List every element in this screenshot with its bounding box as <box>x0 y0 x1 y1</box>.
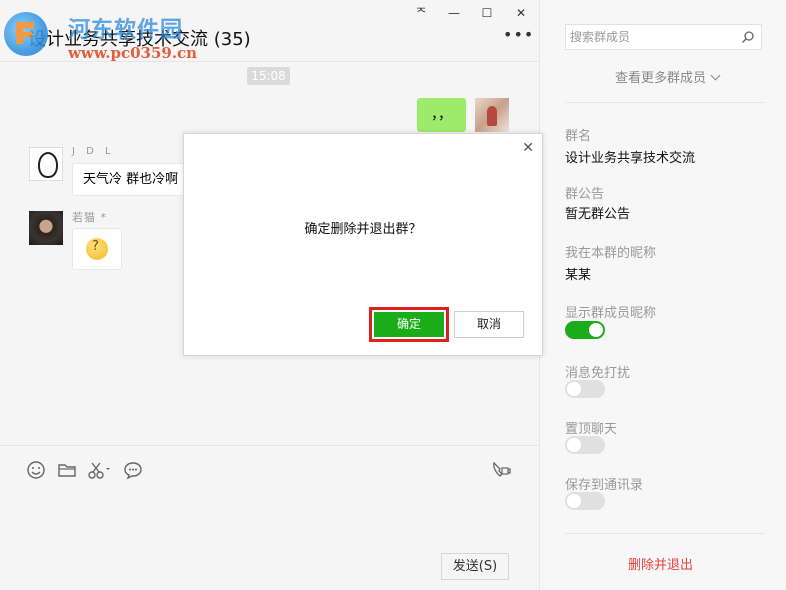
group-name-label: 群名 <box>565 129 592 144</box>
show-nickname-toggle[interactable] <box>565 321 605 339</box>
view-more-label: 查看更多群成员 <box>615 71 707 86</box>
member-search-input[interactable] <box>566 25 736 49</box>
confirm-button[interactable]: 确定 <box>374 312 444 337</box>
screenshot-scissors-icon[interactable] <box>87 460 113 480</box>
my-message-bubble[interactable]: ，， <box>417 98 466 132</box>
minimize-button[interactable]: — <box>444 4 464 22</box>
watermark: 河东软件园 www.pc0359.cn <box>4 10 204 70</box>
avatar[interactable] <box>29 147 63 181</box>
my-avatar[interactable] <box>475 98 509 132</box>
show-nickname-label: 显示群成员昵称 <box>565 306 657 321</box>
member-search-box[interactable] <box>565 24 762 50</box>
send-button[interactable]: 发送(S) <box>441 553 509 580</box>
group-name-value[interactable]: 设计业务共享技术交流 <box>565 147 695 166</box>
pin-window-icon[interactable]: ᅐ <box>411 4 431 22</box>
maximize-button[interactable]: ☐ <box>477 4 497 22</box>
chat-bubble-icon[interactable] <box>123 460 143 480</box>
message-timestamp: 15:08 <box>247 67 290 85</box>
toggle-knob <box>567 438 581 452</box>
message-bubble[interactable] <box>72 228 122 270</box>
watermark-url: www.pc0359.cn <box>68 44 198 62</box>
ok-button-highlight: 确定 <box>369 307 449 342</box>
delete-and-exit-button[interactable]: 删除并退出 <box>628 554 693 573</box>
group-info-sidebar: 查看更多群成员 群名 设计业务共享技术交流 群公告 暂无群公告 我在本群的昵称 … <box>539 0 786 590</box>
emoji-icon[interactable] <box>26 460 46 480</box>
chevron-down-icon <box>710 70 721 81</box>
dialog-message: 确定删除并退出群？ <box>304 222 422 237</box>
save-contacts-label: 保存到通讯录 <box>565 478 644 493</box>
more-options-icon[interactable]: ••• <box>503 27 534 43</box>
divider <box>565 533 765 534</box>
confirm-dialog: ✕ 确定删除并退出群？ 确定 取消 <box>183 133 543 356</box>
thinking-emoji-icon <box>86 236 108 260</box>
toggle-knob <box>567 494 581 508</box>
avatar[interactable] <box>29 211 63 245</box>
watermark-logo <box>4 12 48 56</box>
pin-chat-toggle[interactable] <box>565 436 605 454</box>
nickname-value[interactable]: 某某 <box>565 264 591 283</box>
mute-toggle[interactable] <box>565 380 605 398</box>
phone-video-call-icon[interactable] <box>491 460 511 480</box>
folder-icon[interactable] <box>57 460 77 480</box>
close-button[interactable]: ✕ <box>511 4 531 22</box>
watermark-title: 河东软件园 <box>68 17 184 43</box>
announcement-value[interactable]: 暂无群公告 <box>565 203 630 222</box>
mute-label: 消息免打扰 <box>565 366 631 381</box>
nickname-label: 我在本群的昵称 <box>565 246 657 261</box>
cancel-button[interactable]: 取消 <box>454 311 524 338</box>
search-icon[interactable] <box>741 30 755 44</box>
view-more-members-link[interactable]: 查看更多群成员 <box>615 67 721 86</box>
save-contacts-toggle[interactable] <box>565 492 605 510</box>
announcement-label: 群公告 <box>565 187 605 202</box>
pin-chat-label: 置顶聊天 <box>565 422 618 437</box>
dialog-close-icon[interactable]: ✕ <box>522 140 534 156</box>
divider <box>565 102 765 103</box>
toggle-knob <box>567 382 581 396</box>
message-bubble[interactable]: 天气冷 群也冷啊 <box>72 163 190 196</box>
sender-name: J D L <box>72 146 115 157</box>
toggle-knob <box>589 323 603 337</box>
sender-name: 若猫 * <box>72 211 107 224</box>
